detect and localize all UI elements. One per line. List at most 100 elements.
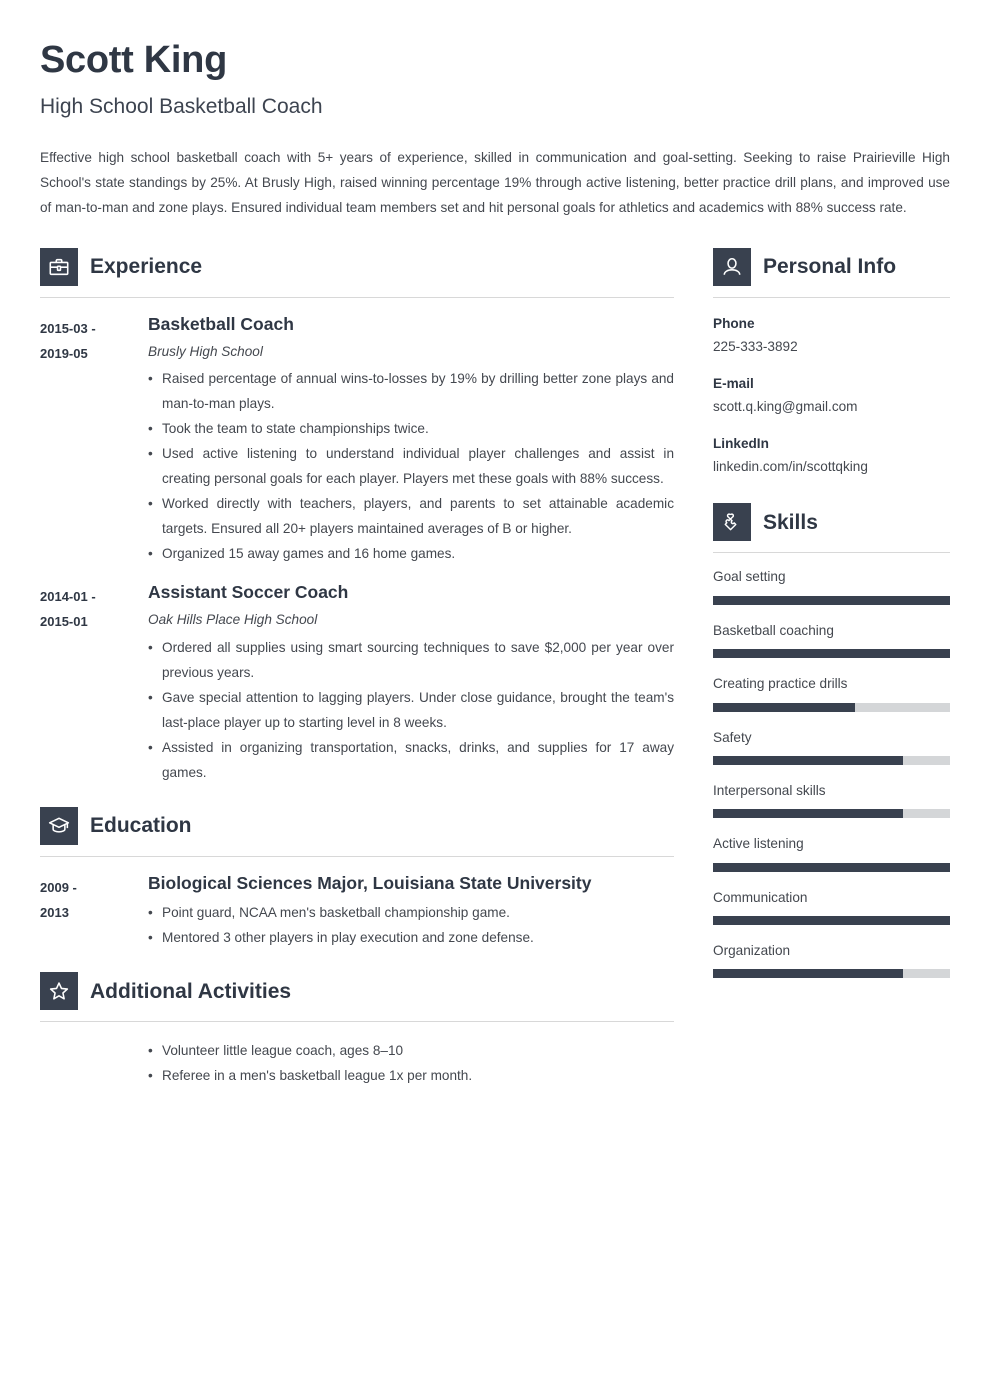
skill-bar-track — [713, 809, 950, 819]
skill-item: Basketball coaching — [713, 621, 950, 659]
skill-item: Interpersonal skills — [713, 781, 950, 819]
section-experience: Experience 2015-03 - 2019-05 Basketball … — [40, 247, 674, 785]
skill-label: Safety — [713, 729, 752, 745]
skills-list: Goal setting Basketball coaching Creatin… — [713, 567, 950, 979]
list-item: Used active listening to understand indi… — [148, 441, 674, 491]
skill-bar-fill — [713, 702, 856, 712]
skill-item: Communication — [713, 888, 950, 926]
entry-date-start: 2009 - — [40, 879, 77, 895]
entry-date-end: 2019-05 — [40, 345, 88, 361]
entry-bullet-list: Point guard, NCAA men's basketball champ… — [148, 900, 674, 950]
skill-bar-fill — [713, 595, 950, 605]
skill-bar-fill — [713, 649, 950, 659]
skill-bar-fill — [713, 755, 903, 765]
skill-bar-track — [713, 755, 950, 765]
section-divider — [40, 1021, 674, 1023]
skill-bar-track — [713, 702, 950, 712]
list-item: Referee in a men's basketball league 1x … — [148, 1063, 674, 1088]
section-title-education: Education — [90, 814, 192, 838]
entry-employer: Brusly High School — [148, 343, 263, 359]
entry-degree-title: Biological Sciences Major, Louisiana Sta… — [148, 872, 592, 893]
skill-item: Goal setting — [713, 567, 950, 605]
sidebar-column: Personal Info Phone 225-333-3892 E-mail … — [713, 247, 950, 994]
skill-label: Goal setting — [713, 569, 786, 585]
entry-dates: 2015-03 - 2019-05 — [40, 314, 148, 566]
experience-entry: 2015-03 - 2019-05 Basketball Coach Brusl… — [40, 314, 674, 566]
main-column: Experience 2015-03 - 2019-05 Basketball … — [40, 247, 674, 1092]
entry-date-start: 2015-03 - — [40, 320, 96, 336]
skill-bar-fill — [713, 916, 950, 926]
section-header-education: Education — [40, 806, 674, 845]
star-icon — [40, 972, 78, 1011]
entry-date-start: 2014-01 - — [40, 589, 96, 605]
section-education: Education 2009 - 2013 Biological Science… — [40, 806, 674, 951]
list-item: Point guard, NCAA men's basketball champ… — [148, 900, 674, 925]
list-item: Gave special attention to lagging player… — [148, 685, 674, 735]
list-item: Worked directly with teachers, players, … — [148, 491, 674, 541]
section-divider — [40, 855, 674, 857]
section-header-experience: Experience — [40, 247, 674, 286]
entry-body: Volunteer little league coach, ages 8–10… — [148, 1038, 674, 1088]
list-item: Assisted in organizing transportation, s… — [148, 735, 674, 785]
page-title: Scott King — [40, 39, 227, 81]
contact-label: E-mail — [713, 375, 754, 391]
list-item: Volunteer little league coach, ages 8–10 — [148, 1038, 674, 1063]
contact-value[interactable]: 225-333-3892 — [713, 337, 950, 357]
professional-summary: Effective high school basketball coach w… — [40, 149, 950, 215]
skill-label: Interpersonal skills — [713, 782, 826, 798]
entry-date-end: 2015-01 — [40, 614, 88, 630]
contact-item-phone: Phone 225-333-3892 — [713, 314, 950, 358]
entry-job-title: Assistant Soccer Coach — [148, 582, 349, 603]
entry-bullet-list: Ordered all supplies using smart sourcin… — [148, 635, 674, 785]
section-header-skills: Skills — [713, 503, 950, 542]
entry-body: Assistant Soccer Coach Oak Hills Place H… — [148, 582, 674, 784]
entry-dates: 2009 - 2013 — [40, 873, 148, 951]
experience-entry: 2014-01 - 2015-01 Assistant Soccer Coach… — [40, 582, 674, 784]
section-title-personal-info: Personal Info — [763, 255, 897, 279]
skill-bar-track — [713, 862, 950, 872]
skill-bar-track — [713, 595, 950, 605]
section-divider — [713, 296, 950, 298]
skill-label: Basketball coaching — [713, 622, 834, 638]
section-divider — [40, 296, 674, 298]
entry-dates: 2014-01 - 2015-01 — [40, 582, 148, 784]
skill-label: Communication — [713, 889, 808, 905]
contact-value[interactable]: scott.q.king@gmail.com — [713, 397, 950, 417]
briefcase-icon — [40, 247, 78, 286]
list-item: Raised percentage of annual wins-to-loss… — [148, 366, 674, 416]
skill-label: Active listening — [713, 836, 804, 852]
puzzle-piece-icon — [713, 503, 751, 542]
additional-activities-entry: Volunteer little league coach, ages 8–10… — [40, 1038, 674, 1088]
contact-item-email: E-mail scott.q.king@gmail.com — [713, 374, 950, 418]
contact-value[interactable]: linkedin.com/in/scottqking — [713, 457, 950, 477]
resume-page: Scott King High School Basketball Coach … — [0, 0, 990, 1400]
skill-item: Active listening — [713, 834, 950, 872]
section-title-experience: Experience — [90, 255, 203, 279]
section-divider — [713, 552, 950, 554]
entry-body: Biological Sciences Major, Louisiana Sta… — [148, 873, 674, 951]
person-icon — [713, 247, 751, 286]
skill-bar-fill — [713, 862, 950, 872]
skill-label: Organization — [713, 943, 791, 959]
resume-columns: Experience 2015-03 - 2019-05 Basketball … — [40, 247, 950, 1092]
entry-bullet-list: Raised percentage of annual wins-to-loss… — [148, 366, 674, 566]
skill-bar-fill — [713, 809, 903, 819]
skill-item: Organization — [713, 941, 950, 979]
section-header-personal-info: Personal Info — [713, 247, 950, 286]
list-item: Organized 15 away games and 16 home game… — [148, 541, 674, 566]
entry-job-title: Basketball Coach — [148, 313, 294, 334]
skill-label: Creating practice drills — [713, 676, 848, 692]
graduation-cap-icon — [40, 806, 78, 845]
section-header-additional-activities: Additional Activities — [40, 972, 674, 1011]
section-title-skills: Skills — [763, 510, 818, 534]
list-item: Ordered all supplies using smart sourcin… — [148, 635, 674, 685]
job-title: High School Basketball Coach — [40, 94, 323, 118]
list-item: Mentored 3 other players in play executi… — [148, 925, 674, 950]
contact-label: Phone — [713, 315, 755, 331]
skill-bar-track — [713, 969, 950, 979]
education-entry: 2009 - 2013 Biological Sciences Major, L… — [40, 873, 674, 951]
skill-item: Safety — [713, 728, 950, 765]
contact-item-linkedin: LinkedIn linkedin.com/in/scottqking — [713, 434, 950, 478]
skill-bar-track — [713, 916, 950, 926]
section-title-additional-activities: Additional Activities — [90, 979, 292, 1003]
